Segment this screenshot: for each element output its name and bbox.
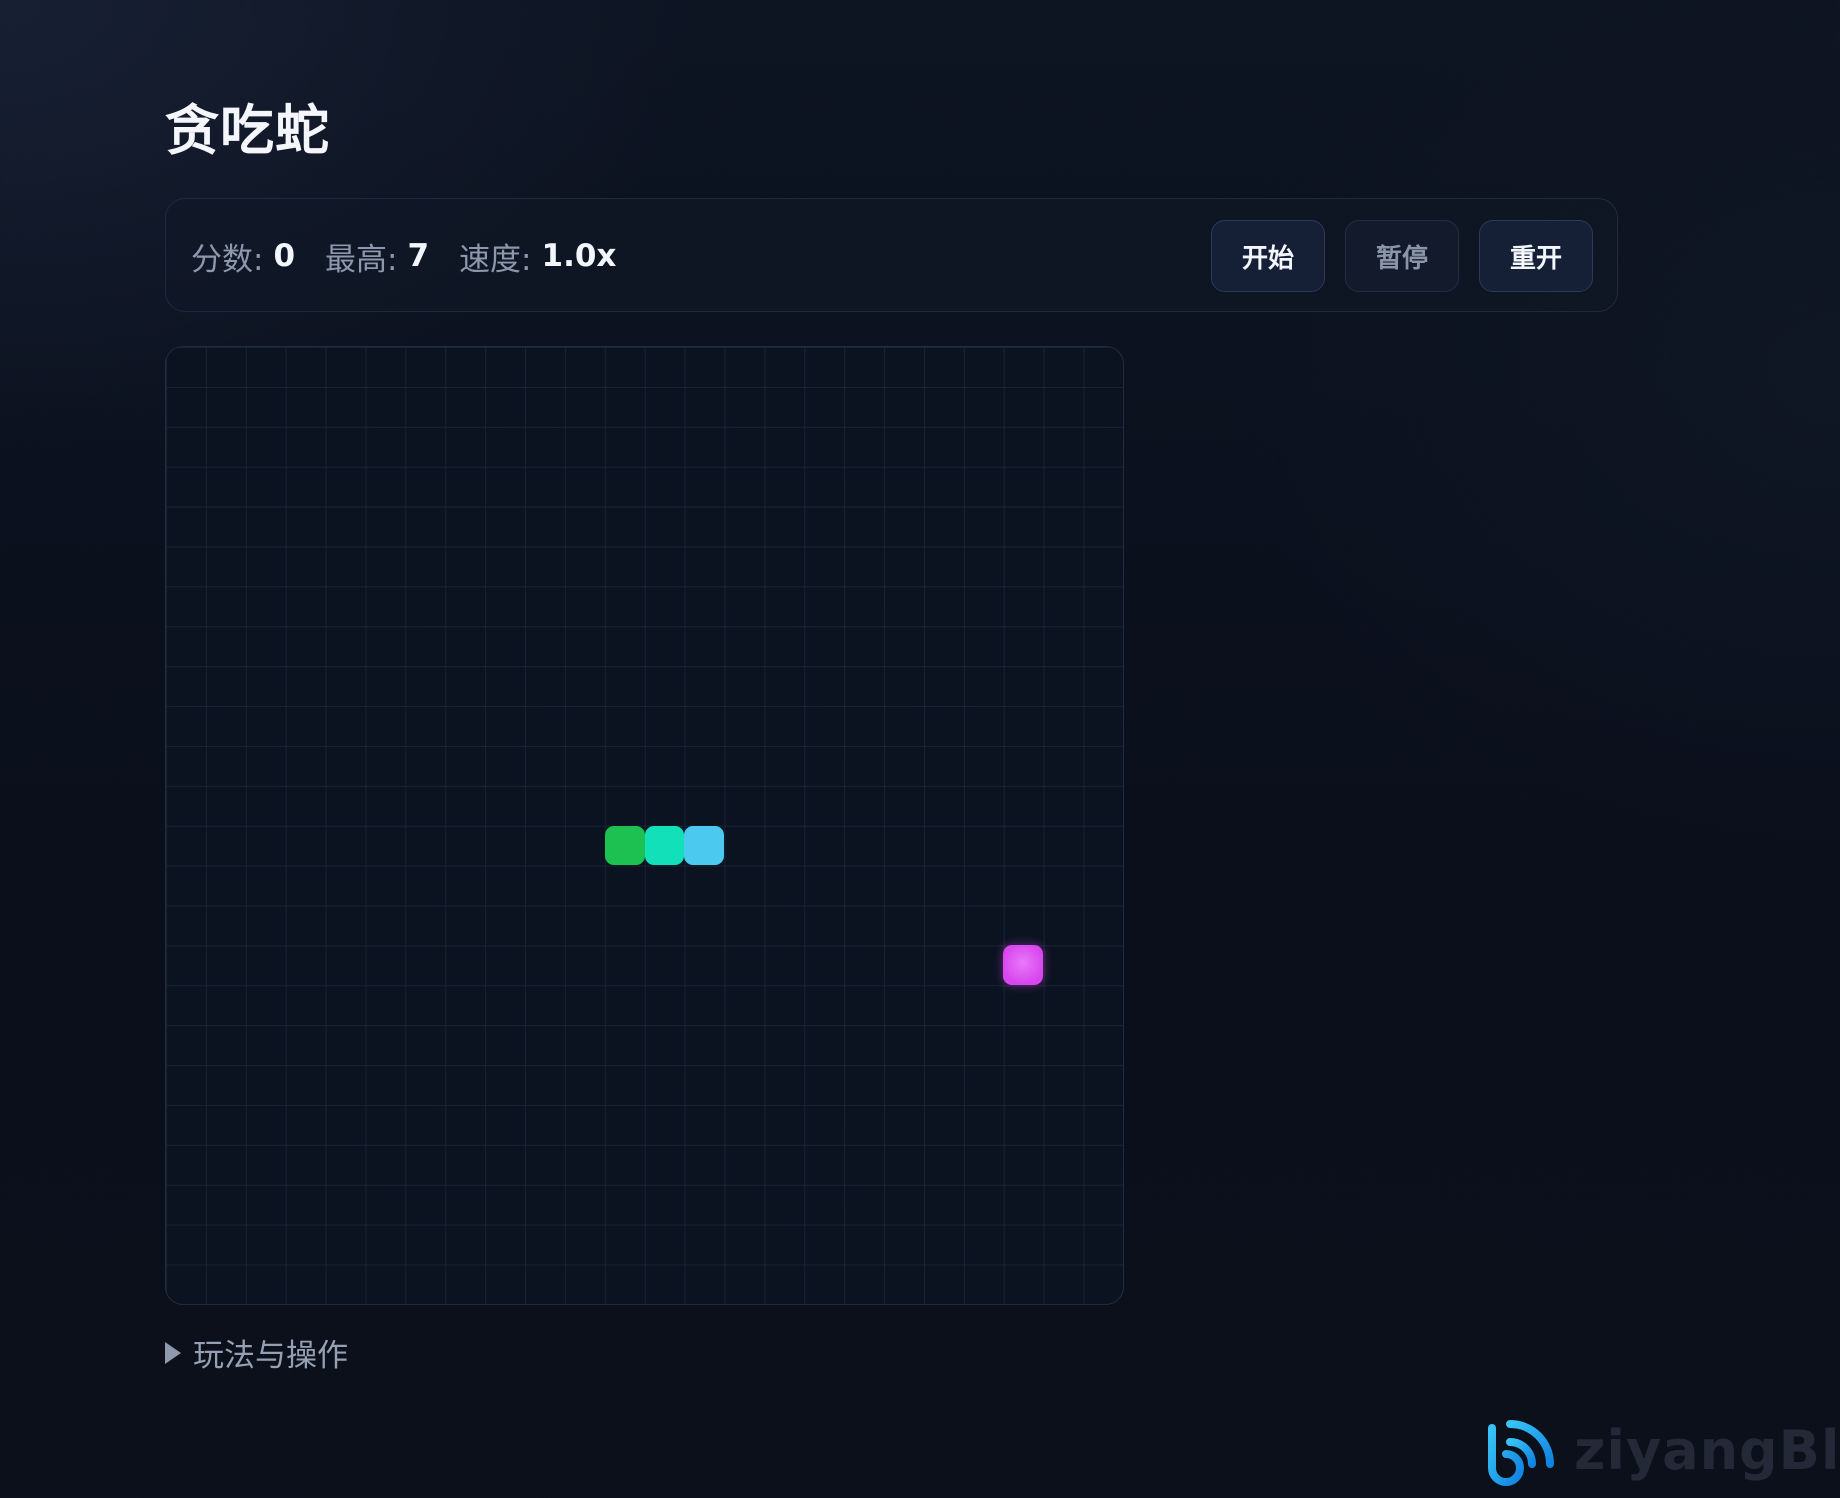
- high-score-label: 最高:: [325, 241, 398, 278]
- watermark-text: ziyangBlog: [1574, 1418, 1840, 1482]
- score-label: 分数:: [191, 241, 264, 278]
- game-board[interactable]: [165, 346, 1124, 1305]
- food-pellet: [1003, 945, 1044, 985]
- help-label: 玩法与操作: [193, 1338, 348, 1374]
- start-button[interactable]: 开始: [1211, 220, 1325, 292]
- game-toolbar: 分数: 0 最高: 7 速度: 1.0x 开始 暂停 重开: [165, 198, 1618, 312]
- snake-tail: [604, 825, 645, 866]
- speed-value: 1.0x: [541, 238, 617, 274]
- score-value: 0: [273, 238, 296, 274]
- score-stat: 分数: 0: [191, 234, 295, 279]
- high-score-stat: 最高: 7: [325, 234, 429, 279]
- help-toggle[interactable]: 玩法与操作: [165, 1330, 348, 1375]
- speed-stat: 速度: 1.0x: [459, 234, 616, 279]
- wifi-b-logo-icon: [1488, 1420, 1554, 1486]
- pause-button[interactable]: 暂停: [1345, 220, 1459, 292]
- expand-triangle-icon: [165, 1341, 181, 1364]
- page-title: 贪吃蛇: [165, 99, 330, 162]
- stats-bar: 分数: 0 最高: 7 速度: 1.0x: [191, 199, 646, 313]
- speed-label: 速度:: [459, 241, 532, 278]
- snake-head: [684, 825, 725, 866]
- snake-body: [644, 825, 685, 866]
- high-score-value: 7: [407, 238, 430, 274]
- restart-button[interactable]: 重开: [1479, 220, 1593, 292]
- watermark: ziyangBlog: [1480, 1410, 1840, 1490]
